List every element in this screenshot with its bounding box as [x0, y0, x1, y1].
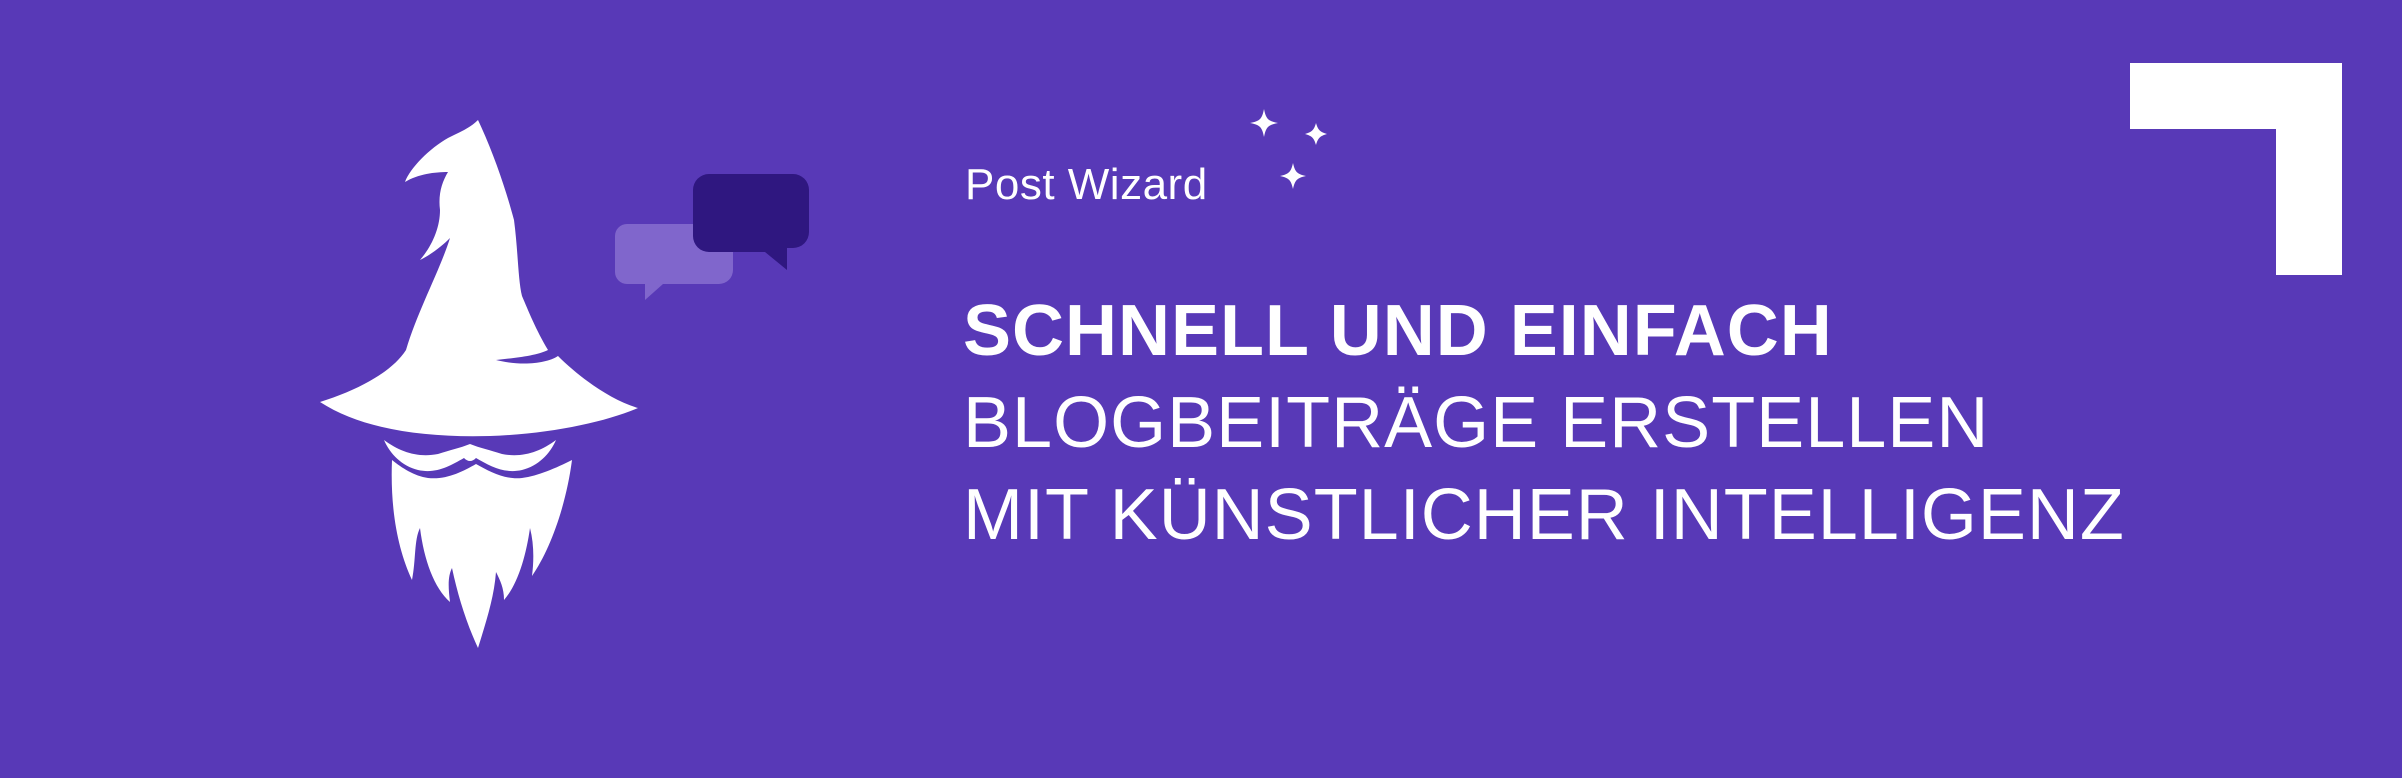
banner: Post Wizard SCHNELL UND EINFACH BLOGBEIT… [0, 0, 2402, 778]
chat-bubbles-icon [615, 174, 809, 300]
headline-line-1: SCHNELL UND EINFACH [963, 291, 1833, 371]
headline: SCHNELL UND EINFACH BLOGBEITRÄGE ERSTELL… [963, 285, 2125, 561]
sparkles-icon [1250, 109, 1327, 189]
wizard-hat-beard-icon [320, 120, 638, 648]
brand-name: Post Wizard [965, 160, 1208, 209]
headline-line-3: MIT KÜNSTLICHER INTELLIGENZ [963, 475, 2125, 555]
headline-line-2: BLOGBEITRÄGE ERSTELLEN [963, 383, 1990, 463]
corner-bracket-icon [2130, 63, 2342, 275]
